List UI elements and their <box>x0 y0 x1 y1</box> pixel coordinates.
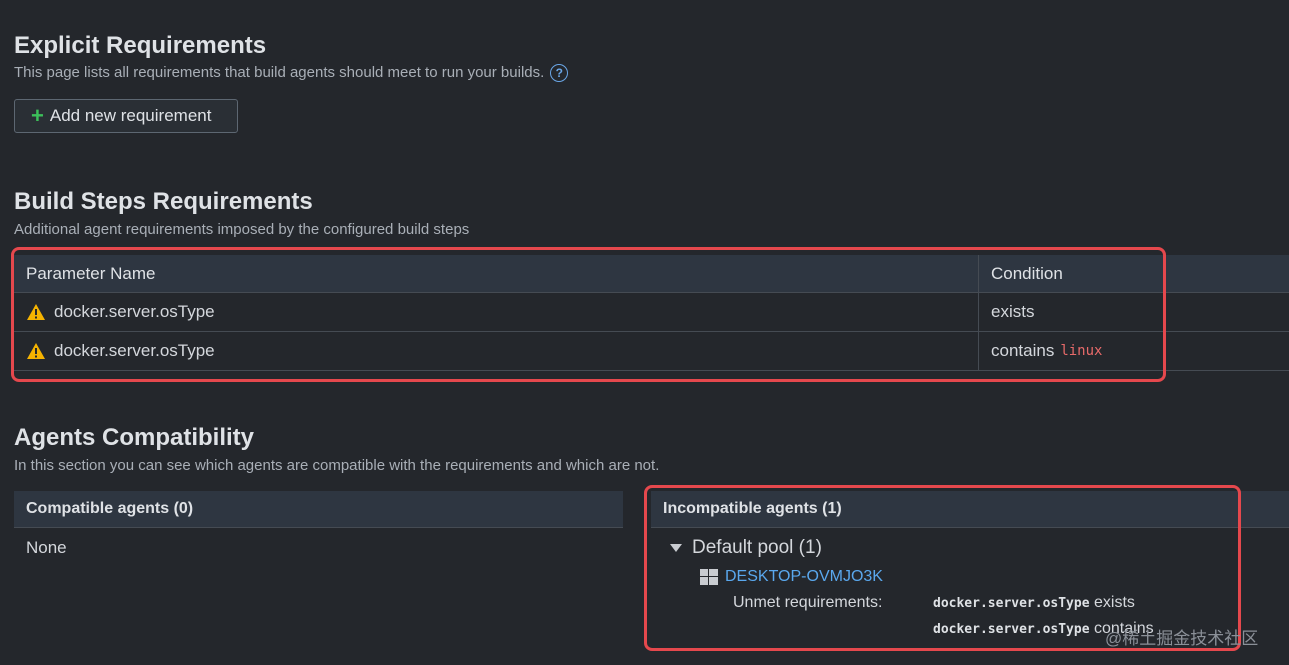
build-steps-description: Additional agent requirements imposed by… <box>14 221 470 238</box>
add-new-requirement-button[interactable]: + Add new requirement <box>14 99 238 133</box>
explicit-description-text: This page lists all requirements that bu… <box>14 64 545 81</box>
compatible-agents-header: Compatible agents (0) <box>14 491 623 528</box>
build-steps-title: Build Steps Requirements <box>14 188 313 215</box>
compatible-agents-empty: None <box>26 538 67 557</box>
requirements-highlight-box <box>11 247 1166 382</box>
add-new-requirement-label: Add new requirement <box>49 106 212 125</box>
compatible-agents-panel: Compatible agents (0) None <box>14 491 623 568</box>
help-icon[interactable]: ? <box>550 64 569 83</box>
explicit-requirements-title: Explicit Requirements <box>14 32 267 59</box>
plus-icon: + <box>31 103 44 128</box>
explicit-requirements-description: This page lists all requirements that bu… <box>14 64 569 83</box>
agents-compatibility-title: Agents Compatibility <box>14 424 255 451</box>
agents-compatibility-description: In this section you can see which agents… <box>14 457 660 474</box>
watermark: @稀土掘金技术社区 <box>1105 629 1259 648</box>
